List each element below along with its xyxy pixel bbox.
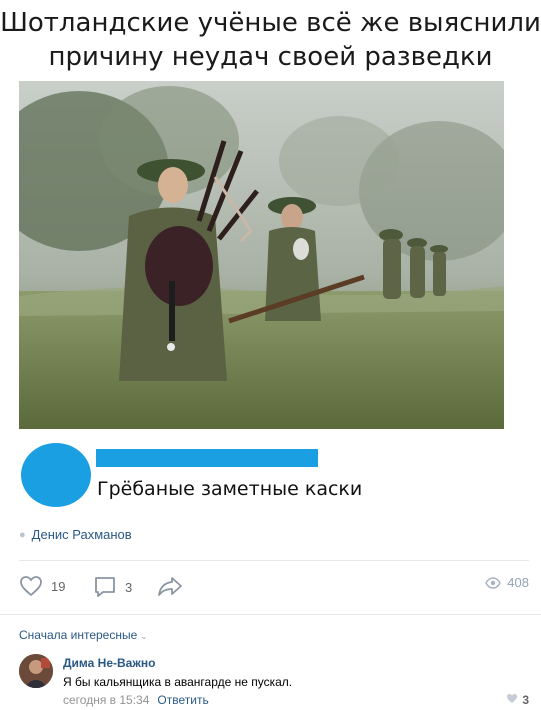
comment-author-name[interactable]: Дима Не-Важно <box>63 656 155 670</box>
soldiers-photo-illustration <box>19 81 504 429</box>
share-icon <box>157 575 183 597</box>
share-button[interactable] <box>157 575 183 597</box>
comment-meta: сегодня в 15:34 Ответить <box>63 693 209 707</box>
user-icon: ● <box>19 528 26 541</box>
avatar[interactable] <box>19 654 53 688</box>
meme-title: Шотландские учёные всё же выяснили причи… <box>0 6 541 74</box>
eye-icon <box>485 576 502 589</box>
meme-avatar-blue-circle <box>21 443 91 507</box>
post-author-row[interactable]: ● Денис Рахманов <box>19 527 132 542</box>
meme-comment-text: Грёбаные заметные каски <box>97 478 363 500</box>
avatar-image <box>19 654 53 688</box>
like-button[interactable]: 19 <box>19 575 65 597</box>
meme-title-line-1: Шотландские учёные всё же выяснили <box>0 8 541 38</box>
heart-icon <box>506 693 518 707</box>
comments-sort-dropdown[interactable]: Сначала интересные ⌄ <box>19 628 148 642</box>
comment-text: Я бы кальянщика в авангарде не пускал. <box>63 675 293 689</box>
views-counter: 408 <box>485 575 529 590</box>
like-count: 19 <box>51 578 66 594</box>
post-author-name[interactable]: Денис Рахманов <box>32 527 132 542</box>
comment-count: 3 <box>125 579 133 595</box>
meme-name-redaction-bar <box>96 449 318 467</box>
reply-button[interactable]: Ответить <box>157 693 208 707</box>
comment-button[interactable]: 3 <box>93 575 132 599</box>
meme-title-line-2: причину неудач своей разведки <box>48 42 493 72</box>
comment-icon <box>93 575 117 599</box>
divider <box>19 560 529 561</box>
comment-like-count: 3 <box>522 693 529 707</box>
comment-time[interactable]: сегодня в 15:34 <box>63 693 149 707</box>
comment-like-button[interactable]: 3 <box>506 693 529 707</box>
heart-icon <box>19 575 43 597</box>
post-actions: 19 3 408 <box>19 575 529 601</box>
post-photo[interactable] <box>19 81 504 429</box>
divider <box>0 614 541 615</box>
chevron-down-icon: ⌄ <box>140 631 148 641</box>
sort-label: Сначала интересные <box>19 628 138 642</box>
views-count: 408 <box>507 575 529 590</box>
